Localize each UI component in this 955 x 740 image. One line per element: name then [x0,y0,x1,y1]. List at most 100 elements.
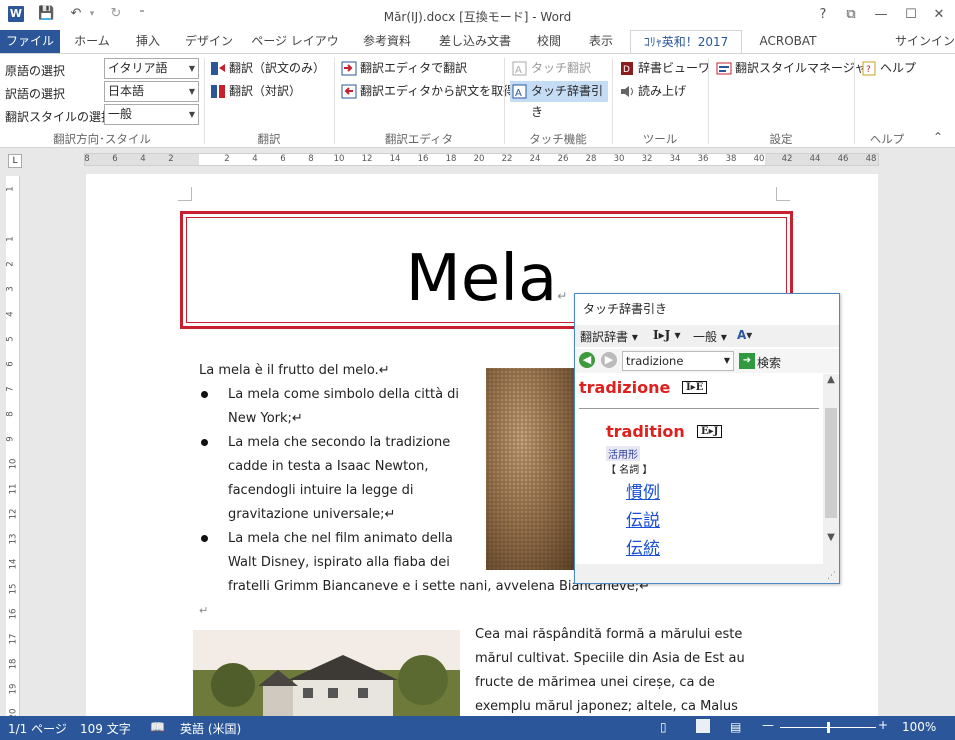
list-item-cont[interactable]: New York;↵ [228,407,303,431]
forward-arrow-icon[interactable]: ▶ [601,352,617,368]
list-item[interactable]: La mela che secondo la tradizione [228,431,450,455]
list-item[interactable]: La mela che nel film animato della [228,527,453,551]
read-aloud-label: 読み上げ [638,84,687,98]
list-item[interactable]: La mela come simbolo della città di [228,383,459,407]
house-image[interactable] [193,630,460,716]
read-mode-icon[interactable]: ▯ [660,720,667,734]
zoom-level[interactable]: 100% [902,720,936,734]
src-lang-value: イタリア語 [108,61,168,75]
chevron-down-icon: ▼ [188,64,195,73]
popup-scrollbar[interactable]: ▲ ▼ [823,374,839,564]
search-button[interactable]: 検索 [757,354,781,371]
tools-icon[interactable]: A▾ [737,328,752,342]
style-dropdown[interactable]: 一般 ▼ [104,104,199,125]
tab-view[interactable]: 表示 [578,30,624,54]
word-count[interactable]: 109 文字 [80,720,131,737]
meaning-link[interactable]: 慣例 [626,478,660,503]
touch-translate-button[interactable]: A タッチ翻訳 [510,58,591,79]
zoom-slider-thumb[interactable] [827,722,830,733]
romanian-line[interactable]: mărul cultivat. Speciile din Asia de Est… [475,647,745,671]
print-layout-icon[interactable] [696,719,710,733]
translate-pair-button[interactable]: 翻訳（対訳） [208,81,301,102]
list-item-cont[interactable]: gravitazione universale;↵ [228,503,395,527]
tab-review[interactable]: 校閲 [526,30,572,54]
help-icon[interactable]: ? [810,4,836,26]
tab-insert[interactable]: 挿入 [124,30,172,54]
tab-page-layout[interactable]: ページ レイアウト [246,30,344,71]
dict-select-menu[interactable]: 翻訳辞書 ▾ [580,328,638,345]
help-button[interactable]: ? ヘルプ [859,58,916,79]
page-count[interactable]: 1/1 ページ [8,720,67,737]
src-lang-dropdown[interactable]: イタリア語 ▼ [104,58,199,79]
resize-grip-icon[interactable]: ⋰ [827,571,836,581]
scroll-thumb[interactable] [825,408,837,518]
ruler-number: 24 [529,154,541,164]
burlap-image[interactable] [486,368,576,570]
vruler-number: 8 [5,411,16,417]
part-of-speech: 【 名詞 】 [606,465,653,476]
english-word[interactable]: tradition [606,422,685,441]
direction-menu[interactable]: I▸J ▾ [653,328,681,342]
tab-design[interactable]: デザイン [178,30,240,54]
maximize-icon[interactable]: ☐ [898,4,924,26]
scroll-down-icon[interactable]: ▼ [823,532,839,550]
translate-only-button[interactable]: 翻訳（訳文のみ） [208,58,325,79]
search-input-value: tradizione [626,354,684,368]
translate-only-label: 翻訳（訳文のみ） [229,61,326,75]
style-manager-button[interactable]: 翻訳スタイルマネージャ [714,58,866,79]
tab-selector[interactable]: L [8,154,22,168]
meaning-link[interactable]: 伝説 [626,506,660,531]
list-item-cont[interactable]: cadde in testa a Isaac Newton, [228,455,429,479]
close-icon[interactable]: ✕ [926,4,952,26]
tab-korya-eiwa[interactable]: ｺﾘｬ英和！2017 [630,30,742,54]
vruler-number: 2 [5,261,16,267]
search-go-icon[interactable]: ➜ [739,353,755,369]
ruler-number: 46 [837,154,849,164]
tab-references[interactable]: 参考資料 [350,30,424,54]
vruler-number: 17 [8,633,19,645]
collapse-ribbon-icon[interactable]: ⌃ [933,130,943,144]
meaning-link[interactable]: 伝統 [626,534,660,559]
vruler-number: 7 [5,386,16,392]
style-menu[interactable]: 一般 ▾ [693,328,727,345]
tab-mailings[interactable]: 差し込み文書 [430,30,520,54]
vruler-number: 13 [8,533,19,545]
language-indicator[interactable]: 英語 (米国) [180,720,241,737]
search-input[interactable]: tradizione ▼ [622,351,734,371]
editor-fetch-button[interactable]: 翻訳エディタから訳文を取得 [339,81,515,102]
scroll-up-icon[interactable]: ▲ [823,374,839,392]
back-arrow-icon[interactable]: ◀ [579,352,595,368]
ruler-number: 36 [697,154,709,164]
dict-viewer-button[interactable]: D 辞書ビューワ [617,58,710,79]
web-layout-icon[interactable]: ▤ [730,720,741,734]
read-aloud-button[interactable]: 読み上げ [617,81,686,102]
intro-paragraph[interactable]: La mela è il frutto del melo.↵ [199,359,390,383]
vruler-number: 5 [5,336,16,342]
tab-acrobat[interactable]: ACROBAT [748,30,828,54]
zoom-in-icon[interactable]: + [878,718,888,732]
editor-translate-button[interactable]: 翻訳エディタで翻訳 [339,58,467,79]
horizontal-ruler[interactable]: 8 6 4 2 2 4 6 8 10 12 14 16 18 20 22 24 26 28 30 32 34 36 38 40… [84,153,879,166]
proofing-icon[interactable]: 📖 [150,720,165,734]
touch-dict-popup[interactable]: タッチ辞書引き 翻訳辞書 ▾ I▸J ▾ 一般 ▾ A▾ ◀ ▶ tradizi… [574,293,840,584]
translate-pair-label: 翻訳（対訳） [229,84,302,98]
romanian-line[interactable]: fructe de mărimea unei cireșe, ca de [475,671,715,695]
romanian-line[interactable]: Cea mai răspândită formă a mărului este [475,623,742,647]
list-item-cont[interactable]: facendogli intuire la legge di [228,479,414,503]
ribbon-display-icon[interactable]: ⧉ [838,4,864,26]
vertical-ruler[interactable]: 1 1 2 3 4 5 6 7 8 9 10 11 12 13 14 15 16 17 18 19 20 [5,176,20,719]
list-item-cont[interactable]: Walt Disney, ispirato alla fiaba dei [228,551,450,575]
group-translate: 翻訳 [257,132,281,146]
tab-file[interactable]: ファイル [0,30,60,54]
tab-home[interactable]: ホーム [64,30,120,54]
dst-lang-dropdown[interactable]: 日本語 ▼ [104,81,199,102]
headword[interactable]: tradizione [579,378,670,397]
minimize-icon[interactable]: — [868,4,894,26]
vruler-number: 3 [5,286,16,292]
touch-translate-icon: A [512,61,528,76]
zoom-out-icon[interactable]: — [762,718,774,732]
signin-link[interactable]: サインイン [895,30,955,54]
touch-dict-button[interactable]: A タッチ辞書引き [510,81,608,119]
inflection-label[interactable]: 活用形 [606,446,640,461]
ruler-number: 10 [333,154,345,164]
